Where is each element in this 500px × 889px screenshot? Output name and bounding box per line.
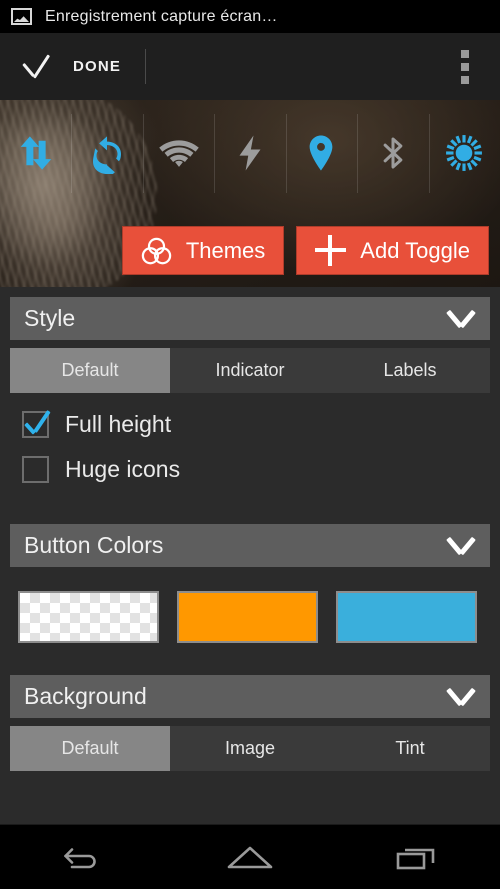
section-header-style[interactable]: Style bbox=[10, 297, 490, 340]
toggle-sync[interactable] bbox=[71, 100, 142, 205]
chevron-up-icon[interactable] bbox=[444, 309, 478, 329]
plus-icon bbox=[315, 235, 347, 266]
chevron-up-icon[interactable] bbox=[444, 687, 478, 707]
nav-home-button[interactable] bbox=[167, 842, 334, 872]
toggle-flash[interactable] bbox=[214, 100, 285, 205]
section-header-background[interactable]: Background bbox=[10, 675, 490, 718]
home-icon bbox=[227, 846, 273, 869]
checkbox-huge-icons[interactable]: Huge icons bbox=[0, 438, 500, 483]
overflow-dot bbox=[461, 62, 469, 71]
tab-style-default[interactable]: Default bbox=[10, 348, 170, 393]
toggle-location[interactable] bbox=[285, 100, 357, 205]
background-tabs: Default Image Tint bbox=[10, 726, 490, 771]
recents-icon bbox=[396, 848, 434, 870]
chevron-up-icon[interactable] bbox=[444, 536, 478, 556]
toggle-wifi[interactable] bbox=[142, 100, 214, 205]
section-title-style: Style bbox=[24, 305, 76, 331]
action-bar: DONE bbox=[0, 33, 500, 100]
toggle-bluetooth[interactable] bbox=[357, 100, 428, 205]
bluetooth-icon bbox=[383, 137, 403, 168]
themes-venn-icon bbox=[141, 237, 172, 264]
tab-style-indicator[interactable]: Indicator bbox=[170, 348, 330, 393]
overflow-dot bbox=[461, 49, 469, 58]
action-bar-divider bbox=[145, 49, 147, 84]
status-bar-title: Enregistrement capture écran… bbox=[45, 7, 278, 25]
themes-button[interactable]: Themes bbox=[121, 226, 285, 275]
toggle-preview-panel: Themes Add Toggle bbox=[0, 100, 500, 287]
location-pin-icon bbox=[310, 135, 333, 170]
checkmark-icon bbox=[20, 54, 53, 80]
section-title-background: Background bbox=[24, 683, 147, 709]
android-navigation-bar bbox=[0, 824, 500, 889]
add-toggle-button[interactable]: Add Toggle bbox=[296, 226, 489, 275]
wifi-icon bbox=[158, 139, 199, 167]
swatch-transparent[interactable] bbox=[18, 591, 159, 643]
brightness-icon bbox=[446, 134, 483, 171]
done-button-label: DONE bbox=[73, 58, 122, 75]
toggle-row bbox=[0, 100, 500, 205]
sync-icon bbox=[93, 135, 122, 174]
overflow-dot bbox=[461, 75, 469, 84]
button-color-swatches bbox=[0, 567, 500, 665]
checkbox-full-height-label: Full height bbox=[65, 411, 172, 437]
checkbox-full-height-box[interactable] bbox=[22, 411, 49, 438]
swatch-orange[interactable] bbox=[177, 591, 318, 643]
section-title-button-colors: Button Colors bbox=[24, 532, 164, 558]
tab-style-labels[interactable]: Labels bbox=[330, 348, 490, 393]
toggle-data-transfer[interactable] bbox=[0, 100, 71, 205]
style-tabs: Default Indicator Labels bbox=[10, 348, 490, 393]
section-header-button-colors[interactable]: Button Colors bbox=[10, 524, 490, 567]
toggle-brightness[interactable] bbox=[428, 100, 500, 205]
overflow-menu-icon[interactable] bbox=[443, 33, 487, 100]
checkbox-full-height[interactable]: Full height bbox=[0, 393, 500, 438]
preview-action-buttons: Themes Add Toggle bbox=[0, 226, 500, 275]
tab-background-image[interactable]: Image bbox=[170, 726, 330, 771]
flash-icon bbox=[239, 135, 261, 170]
photo-icon bbox=[11, 8, 32, 25]
checkbox-huge-icons-box[interactable] bbox=[22, 456, 49, 483]
settings-content: Style Default Indicator Labels Full heig… bbox=[0, 297, 500, 771]
back-icon bbox=[64, 848, 97, 869]
status-bar: Enregistrement capture écran… bbox=[0, 0, 500, 33]
tab-background-default[interactable]: Default bbox=[10, 726, 170, 771]
done-button[interactable]: DONE bbox=[0, 33, 121, 100]
add-toggle-button-label: Add Toggle bbox=[360, 237, 470, 263]
nav-recents-button[interactable] bbox=[333, 842, 500, 872]
tab-background-tint[interactable]: Tint bbox=[330, 726, 490, 771]
app-root: Enregistrement capture écran… DONE Theme… bbox=[0, 0, 500, 889]
themes-button-label: Themes bbox=[185, 237, 266, 263]
checkbox-huge-icons-label: Huge icons bbox=[65, 456, 181, 482]
nav-back-button[interactable] bbox=[0, 842, 167, 872]
data-transfer-icon bbox=[20, 135, 52, 170]
swatch-blue[interactable] bbox=[336, 591, 477, 643]
